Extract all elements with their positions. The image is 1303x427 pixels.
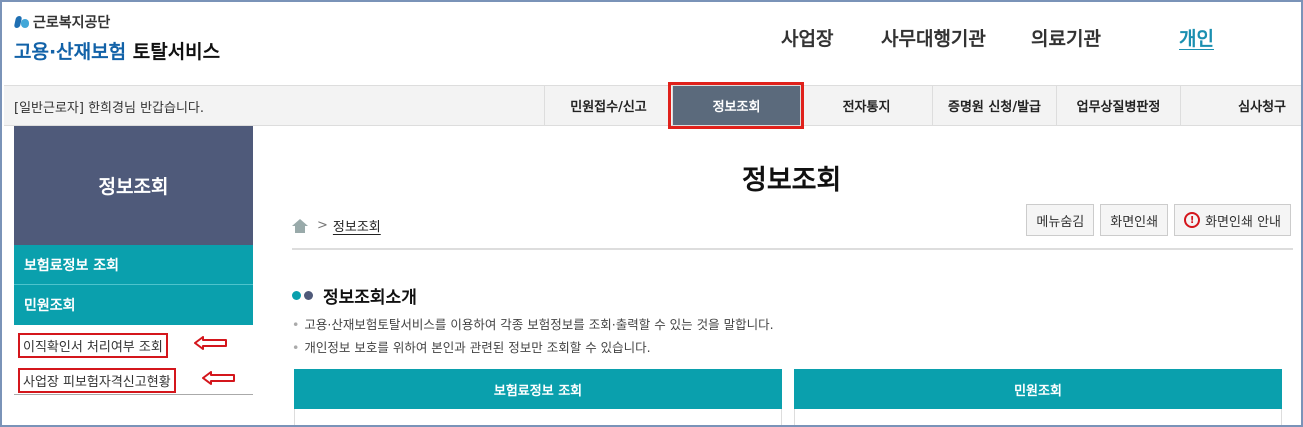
greeting-suffix: 님 반갑습니다. — [123, 101, 205, 116]
bullet-dots-icon — [292, 291, 313, 300]
section-title-text: 정보조회소개 — [323, 288, 417, 308]
user-name: 한희경 — [88, 101, 124, 116]
print-button[interactable]: 화면인쇄 — [1100, 204, 1169, 236]
sidebar-title: 정보조회 — [14, 126, 253, 245]
title-divider — [292, 248, 1293, 250]
menu-review-request[interactable]: 심사청구 — [1180, 86, 1300, 125]
kcomwel-logo-icon — [14, 14, 30, 30]
breadcrumb: > 정보조회 — [292, 216, 381, 235]
tab-panel-premium-info — [294, 409, 782, 425]
description-line: 개인정보 보호를 위하여 본인과 관련된 정보만 조회할 수 있습니다. — [292, 337, 650, 356]
print-guide-label: 화면인쇄 안내 — [1205, 214, 1281, 230]
page-tools: 메뉴숨김 화면인쇄 ! 화면인쇄 안내 — [1026, 204, 1291, 236]
sidebar-subitem-insured-status[interactable]: 사업장 피보험자격신고현황 — [14, 364, 253, 393]
menu-civil-application[interactable]: 민원접수/신고 — [544, 86, 672, 125]
sidebar-subitem-job-separation[interactable]: 이직확인서 처리여부 조회 — [14, 329, 253, 358]
service-name: 고용·산재보험 토탈서비스 — [14, 37, 220, 64]
print-guide-button[interactable]: ! 화면인쇄 안내 — [1174, 204, 1291, 236]
left-arrow-icon — [194, 336, 227, 350]
service-name-part2: 토탈서비스 — [132, 41, 221, 63]
page-title: 정보조회 — [742, 165, 842, 196]
topnav-business[interactable]: 사업장 — [781, 24, 833, 51]
tab-civil-inquiry[interactable]: 민원조회 — [794, 369, 1282, 409]
main-menu-bar: [일반근로자] 한희경님 반갑습니다. 민원접수/신고 정보조회 전자통지 증명… — [4, 82, 1301, 129]
tab-panel-civil-inquiry — [794, 409, 1282, 425]
menu-info-inquiry[interactable]: 정보조회 — [668, 82, 804, 129]
main-menu: 민원접수/신고 정보조회 전자통지 증명원 신청/발급 업무상질병판정 심사청구 — [544, 82, 1300, 129]
sidebar-subitem-label: 사업장 피보험자격신고현황 — [18, 368, 176, 393]
org-name: 근로복지공단 — [33, 15, 111, 31]
sidebar-divider — [14, 394, 253, 395]
section-title: 정보조회소개 — [292, 283, 417, 308]
topnav-medical[interactable]: 의료기관 — [1031, 24, 1101, 51]
tab-premium-info[interactable]: 보험료정보 조회 — [294, 369, 782, 409]
breadcrumb-current[interactable]: 정보조회 — [333, 216, 381, 235]
sidebar-item-premium-info[interactable]: 보험료정보 조회 — [14, 245, 253, 285]
sidebar-subitem-label: 이직확인서 처리여부 조회 — [18, 333, 168, 358]
topnav-agency[interactable]: 사무대행기관 — [881, 24, 986, 51]
description-line: 고용·산재보험토탈서비스를 이용하여 각종 보험정보를 조회·출력할 수 있는 … — [292, 314, 773, 333]
left-arrow-icon — [202, 371, 235, 385]
alert-icon: ! — [1184, 212, 1201, 228]
sidebar-item-civil-inquiry[interactable]: 민원조회 — [14, 285, 253, 325]
site-logo[interactable]: 근로복지공단 고용·산재보험 토탈서비스 — [14, 12, 220, 64]
home-icon[interactable] — [292, 218, 308, 233]
user-type-nav: 사업장 사무대행기관 의료기관 개인 — [781, 24, 1301, 54]
menu-e-notice[interactable]: 전자통지 — [800, 86, 932, 125]
menu-certificate[interactable]: 증명원 신청/발급 — [932, 86, 1056, 125]
service-name-part1: 고용·산재보험 — [14, 41, 127, 63]
page-frame: 근로복지공단 고용·산재보험 토탈서비스 사업장 사무대행기관 의료기관 개인 … — [0, 0, 1303, 427]
user-greeting: [일반근로자] 한희경님 반갑습니다. — [14, 97, 204, 116]
menu-occupational-disease[interactable]: 업무상질병판정 — [1056, 86, 1180, 125]
topnav-personal[interactable]: 개인 — [1179, 24, 1214, 51]
hide-menu-button[interactable]: 메뉴숨김 — [1026, 204, 1095, 236]
org-logo: 근로복지공단 — [14, 12, 220, 32]
breadcrumb-separator: > — [317, 218, 328, 233]
user-type: [일반근로자] — [14, 101, 84, 116]
